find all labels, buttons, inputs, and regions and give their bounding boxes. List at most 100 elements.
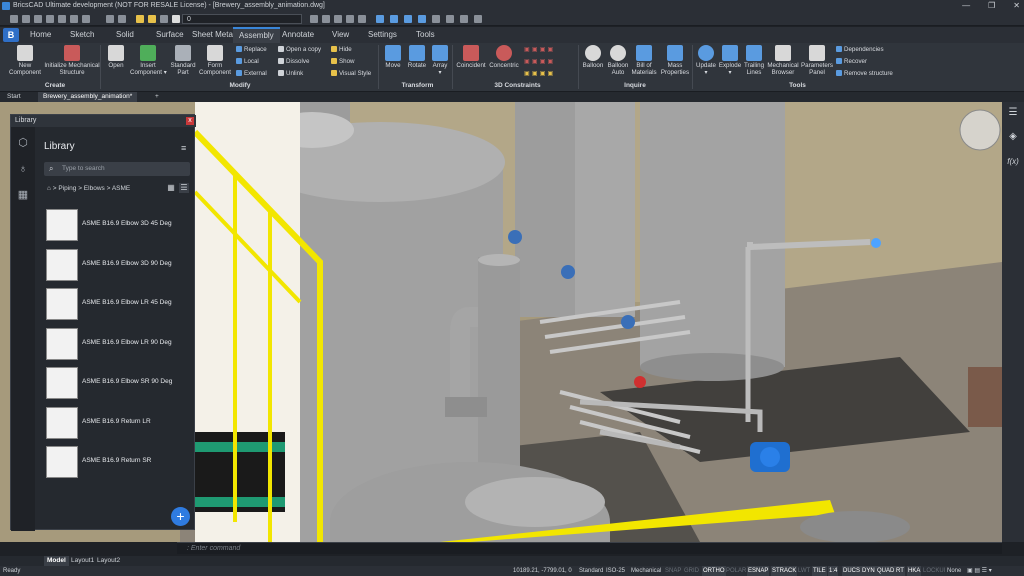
tab-tools[interactable]: Tools [410, 27, 441, 43]
initialize-structure-button[interactable]: Initialize Mechanical Structure [42, 45, 102, 76]
toggle-hka[interactable]: HKA [907, 566, 922, 576]
library-item[interactable]: ASME B16.9 Elbow SR 90 Deg [44, 363, 194, 403]
view-cube-icon[interactable] [376, 15, 384, 23]
tab-sketch[interactable]: Sketch [64, 27, 100, 43]
toggle-grid[interactable]: GRID [683, 566, 700, 576]
layer-color-icon[interactable] [172, 15, 180, 23]
library-menu-button[interactable]: ≡ [181, 143, 186, 153]
minimize-button[interactable]: — [962, 0, 970, 12]
layer-on-icon[interactable] [136, 15, 144, 23]
lightbulb-icon[interactable]: ♁ [17, 163, 29, 175]
external-button[interactable]: External [236, 70, 267, 78]
open-file-icon[interactable] [22, 15, 30, 23]
library-item[interactable]: ASME B16.9 Elbow LR 45 Deg [44, 284, 194, 324]
layout-tab-layout2[interactable]: Layout2 [94, 556, 123, 566]
osnap-icon[interactable] [322, 15, 330, 23]
grid-icon[interactable] [334, 15, 342, 23]
table-icon[interactable]: ▦ [17, 189, 29, 201]
insert-component-button[interactable]: Insert Component ▾ [130, 45, 167, 76]
constraint-icons-row[interactable]: ▣▣▣▣ [524, 70, 555, 78]
toggle-ortho[interactable]: ORTHO [702, 566, 726, 576]
dissolve-button[interactable]: Dissolve [278, 58, 309, 66]
tab-home[interactable]: Home [24, 27, 57, 43]
workspace-selector[interactable]: Mechanical [630, 566, 662, 576]
tab-assembly[interactable]: Assembly [233, 27, 280, 43]
tab-settings[interactable]: Settings [362, 27, 403, 43]
unlink-button[interactable]: Unlink [278, 70, 303, 78]
status-none[interactable]: None [946, 566, 962, 576]
layer-freeze-icon[interactable] [148, 15, 156, 23]
tab-surface[interactable]: Surface [150, 27, 190, 43]
add-library-item-button[interactable]: + [171, 507, 190, 526]
toggle-polar[interactable]: POLAR [725, 566, 747, 576]
list-view-icon[interactable]: ☰ [179, 183, 189, 193]
library-item[interactable]: ASME B16.9 Elbow 3D 90 Deg [44, 245, 194, 285]
mechanical-browser-button[interactable]: Mechanical Browser [766, 45, 800, 76]
dim-style-selector[interactable]: ISO-25 [605, 566, 626, 576]
layer-dropdown[interactable]: 0 [182, 14, 302, 24]
view-cube-compass-icon[interactable] [959, 109, 1001, 151]
doc-tab-start[interactable]: Start [2, 92, 26, 102]
cube-icon[interactable]: ⬡ [17, 137, 29, 149]
text-style-selector[interactable]: Standard [578, 566, 604, 576]
trailing-lines-button[interactable]: Trailing Lines [742, 45, 766, 76]
toggle-lockui[interactable]: LOCKUI [922, 566, 946, 576]
balloon-button[interactable]: Balloon [581, 45, 605, 69]
library-breadcrumb[interactable]: ⌂ > Piping > Elbows > ASME [47, 185, 130, 192]
standard-part-button[interactable]: Standard Part [166, 45, 200, 76]
new-component-button[interactable]: New Component [6, 45, 44, 76]
hide-button[interactable]: Hide [331, 46, 352, 54]
undo-icon[interactable] [106, 15, 114, 23]
parameters-fx-icon[interactable]: f(x) [1007, 157, 1019, 167]
move-button[interactable]: Move [382, 45, 404, 69]
recover-button[interactable]: Recover [836, 58, 867, 66]
toggle-snap[interactable]: SNAP [664, 566, 682, 576]
view-iso-icon[interactable] [418, 15, 426, 23]
toggle-rt[interactable]: RT [895, 566, 905, 576]
view-top-icon[interactable] [390, 15, 398, 23]
remove-structure-button[interactable]: Remove structure [836, 70, 893, 78]
dependencies-button[interactable]: Dependencies [836, 46, 884, 54]
export-icon[interactable] [82, 15, 90, 23]
tab-annotate[interactable]: Annotate [276, 27, 320, 43]
snap-icon[interactable] [310, 15, 318, 23]
library-item[interactable]: ASME B16.9 Return SR [44, 442, 194, 482]
parameters-panel-button[interactable]: Parameters Panel [800, 45, 834, 76]
replace-button[interactable]: Replace [236, 46, 267, 54]
layer-lock-icon[interactable] [160, 15, 168, 23]
layout-tab-model[interactable]: Model [44, 556, 69, 566]
tab-solid[interactable]: Solid [110, 27, 140, 43]
toggle-strack[interactable]: STRACK [771, 566, 798, 576]
help-icon[interactable] [474, 15, 482, 23]
toggle-ducs[interactable]: DUCS [842, 566, 862, 576]
array-button[interactable]: Array ▾ [430, 45, 450, 76]
local-button[interactable]: Local [236, 58, 259, 66]
form-component-button[interactable]: Form Component [198, 45, 232, 76]
explode-button[interactable]: Explode ▾ [718, 45, 742, 76]
save-icon[interactable] [34, 15, 42, 23]
dimension-icon[interactable] [460, 15, 468, 23]
close-window-button[interactable]: ✕ [1013, 0, 1020, 12]
toggle-tile[interactable]: TILE [812, 566, 827, 576]
library-item[interactable]: ASME B16.9 Elbow LR 90 Deg [44, 324, 194, 364]
toggle-lwt[interactable]: LWT [797, 566, 811, 576]
library-item[interactable]: ASME B16.9 Return LR [44, 403, 194, 443]
view-front-icon[interactable] [404, 15, 412, 23]
constraint-icons-row[interactable]: ▣▣▣▣ [524, 58, 555, 66]
grid-view-icon[interactable]: ▦ [166, 183, 176, 193]
open-copy-button[interactable]: Open a copy [278, 46, 321, 54]
bill-of-materials-button[interactable]: Bill of Materials [630, 45, 658, 76]
constraint-icons-row[interactable]: ▣▣▣▣ [524, 46, 555, 54]
library-item[interactable]: ASME B16.9 Elbow 3D 45 Deg [44, 205, 194, 245]
rotate-button[interactable]: Rotate [405, 45, 429, 69]
library-search-input[interactable]: ⌕ Type to search [44, 162, 190, 176]
toggle-esnap[interactable]: ESNAP [747, 566, 770, 576]
annotation-scale[interactable]: 1:4 [828, 566, 839, 576]
tool-icon[interactable] [446, 15, 454, 23]
open-component-button[interactable]: Open [104, 45, 128, 69]
library-close-button[interactable]: x [186, 117, 194, 125]
maximize-button[interactable]: ❐ [988, 0, 995, 12]
style-icon[interactable] [346, 15, 354, 23]
balloon-auto-button[interactable]: Balloon Auto [606, 45, 630, 76]
show-button[interactable]: Show [331, 58, 354, 66]
